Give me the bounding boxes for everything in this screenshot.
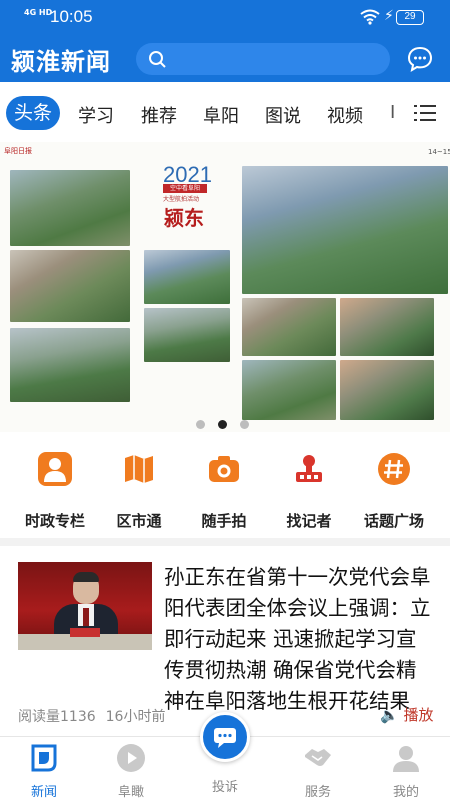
camera-icon [209,456,239,482]
shortcut-politics[interactable]: 时政专栏 [15,452,95,531]
news-icon [31,744,57,772]
search-bar[interactable] [136,43,390,75]
nav-label: 新闻 [30,785,57,800]
tab-headlines[interactable]: 头条 [6,96,60,130]
app-header: 颍淮新闻 [0,36,450,82]
aerial-photo [340,298,434,356]
nav-label: 我的 [392,785,419,800]
shortcut-label: 话题广场 [363,512,424,530]
app-logo: 颍淮新闻 [11,48,111,76]
audio-play-button[interactable]: 🔈 播放 [380,704,433,725]
newspaper-spread: 阜阳日报 14~15 2021 空中看阜阳 大型航拍活动 颍东 [0,142,450,432]
shortcut-grid: 时政专栏 区市通 随手拍 找记者 话题广场 [0,440,450,536]
map-icon [125,455,153,483]
charging-icon: ⚡ [384,8,394,24]
status-bar: 4G HD 10:05 ⚡ 29 [0,0,450,36]
tab-study[interactable]: 学习 [78,102,114,128]
tab-recommend[interactable]: 推荐 [141,102,177,128]
play-icon [117,744,145,772]
shortcut-district[interactable]: 区市通 [99,452,179,531]
carousel-dot[interactable] [196,420,205,429]
shortcut-snapshot[interactable]: 随手拍 [184,452,264,531]
carousel-dot-active[interactable] [218,420,227,429]
shortcut-label: 区市通 [116,512,162,530]
chat-icon [214,728,236,748]
search-icon [149,51,166,68]
signal-indicator: 4G HD [24,8,53,17]
publish-time: 16小时前 [105,709,166,725]
shortcut-find-reporter[interactable]: 找记者 [269,452,349,531]
news-list-item[interactable]: 孙正东在省第十一次党代会阜阳代表团全体会议上强调：立即行动起来 迅速掀起学习宣传… [0,546,450,736]
nav-label: 服务 [304,785,331,800]
tab-fuyang[interactable]: 阜阳 [203,102,239,128]
aerial-photo [340,360,434,420]
section-divider [0,538,450,546]
banner-headline: 颍东 [164,206,204,230]
aerial-photo [144,308,230,362]
tab-partial[interactable]: I [390,102,395,123]
nav-news[interactable]: 新闻 [14,743,74,800]
complaint-button[interactable] [200,712,250,762]
page-number: 14~15 [428,148,450,156]
aerial-photo [10,328,130,402]
news-title[interactable]: 孙正东在省第十一次党代会阜阳代表团全体会议上强调：立即行动起来 迅速掀起学习宣传… [164,562,432,717]
aerial-photo [242,298,336,356]
carousel-dot[interactable] [240,420,249,429]
shortcut-label: 时政专栏 [24,512,85,530]
wifi-icon [360,9,380,25]
banner-carousel[interactable]: 阜阳日报 14~15 2021 空中看阜阳 大型航拍活动 颍东 [0,142,450,432]
nav-overview[interactable]: 阜瞰 [101,743,161,800]
tab-video[interactable]: 视频 [327,102,363,128]
aerial-photo [242,166,448,294]
message-icon[interactable] [406,45,434,73]
shortcut-label: 随手拍 [201,512,247,530]
nav-label: 阜瞰 [117,785,144,800]
aerial-photo [10,250,130,322]
shortcut-topic-square[interactable]: 话题广场 [354,452,434,531]
hashtag-icon [378,453,410,485]
channel-tabs: 头条 学习 推荐 阜阳 图说 视频 I [0,90,450,138]
carousel-indicator [196,414,262,433]
newspaper-masthead: 阜阳日报 [4,147,32,155]
user-icon [393,746,419,772]
aerial-photo [242,360,336,420]
handshake-icon [305,749,331,766]
nav-profile[interactable]: 我的 [376,743,436,800]
aerial-photo [144,250,230,304]
banner-subtitle: 空中看阜阳 [163,184,207,193]
news-thumbnail [18,562,152,650]
speaker-icon: 🔈 [380,706,399,724]
news-meta: 阅读量1136 16小时前 [18,706,175,726]
person-icon [38,452,72,486]
shortcut-label: 找记者 [286,512,332,530]
tab-photo-story[interactable]: 图说 [265,102,301,128]
nav-service[interactable]: 服务 [288,743,348,800]
read-count: 阅读量1136 [18,709,96,725]
aerial-photo [10,170,130,246]
menu-icon[interactable] [414,104,436,122]
clock: 10:05 [50,7,93,26]
complaint-label: 投诉 [211,780,238,795]
battery-indicator: 29 [396,10,424,25]
play-label: 播放 [403,706,434,724]
reporter-icon [296,455,322,482]
